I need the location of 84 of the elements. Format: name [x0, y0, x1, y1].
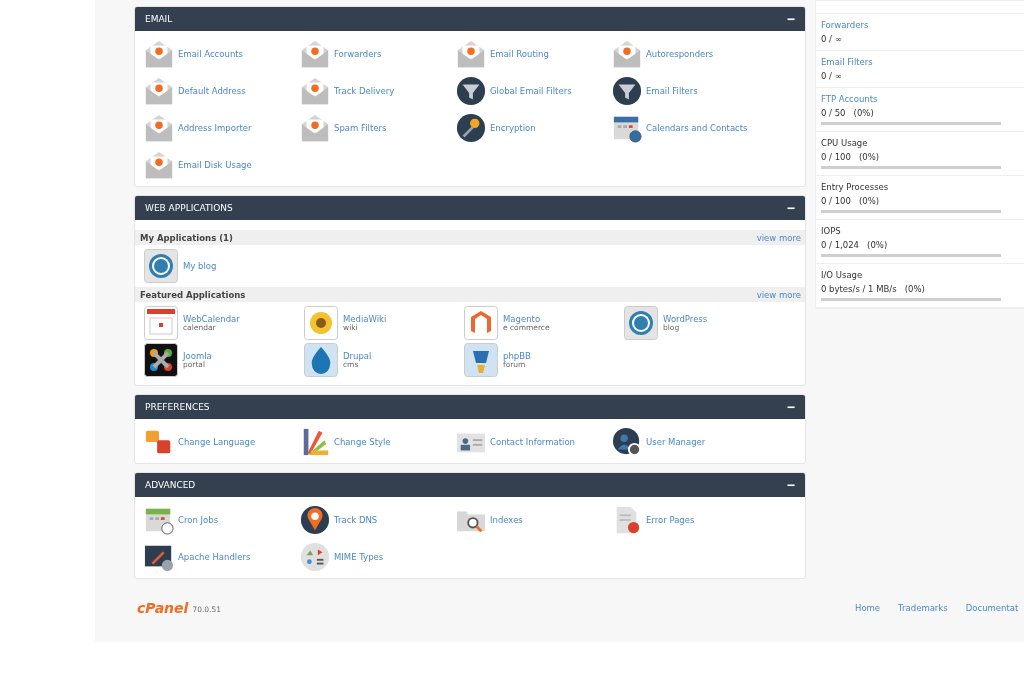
envelope-icon [612, 39, 642, 69]
stat-value: 0 bytes/s / 1 MB/s (0%) [821, 284, 926, 294]
calendar-grid-icon [144, 306, 178, 340]
view-more-link[interactable]: view more [756, 232, 801, 243]
envelope-icon [300, 39, 330, 69]
collapse-button[interactable]: − [786, 478, 795, 492]
tool-link[interactable]: Change Language [144, 426, 300, 458]
collapse-button[interactable]: − [786, 12, 795, 26]
tool-link[interactable]: Default Address [144, 75, 300, 107]
collapse-button[interactable]: − [786, 201, 795, 215]
ring-icon [624, 306, 658, 340]
ring-icon [144, 249, 178, 283]
app-name: Magento [503, 315, 542, 324]
app-link[interactable]: My blog [144, 249, 304, 283]
app-name: Joomla [183, 352, 212, 361]
tool-link[interactable]: Address Importer [144, 112, 300, 144]
app-name: My blog [183, 261, 217, 271]
app-name: Drupal [343, 352, 372, 361]
stat-label: Entry Processes [821, 182, 890, 192]
app-name: MediaWiki [343, 315, 387, 324]
funnel-icon [456, 76, 486, 106]
stat-value: 0 / ∞ [821, 71, 843, 81]
tool-link[interactable]: Contact Information [456, 426, 612, 458]
view-more-link[interactable]: view more [756, 289, 801, 300]
stat-value: 0 / ∞ [821, 34, 843, 44]
envelope-icon [144, 76, 174, 106]
key-icon [456, 113, 486, 143]
app-name: WebCalendar [183, 315, 240, 324]
stat-value: 0 / 100 (0%) [821, 196, 881, 206]
stat-label: CPU Usage [821, 138, 869, 148]
stat-link[interactable]: Forwarders [821, 20, 1024, 30]
tool-link[interactable]: Cron Jobs [144, 504, 300, 536]
tool-link[interactable]: Calendars and Contacts [612, 112, 768, 144]
logo: cPanel [137, 600, 189, 616]
tool-link[interactable]: Email Filters [612, 75, 768, 107]
envelope-icon [300, 76, 330, 106]
knot-icon [144, 343, 178, 377]
users-gear-icon [612, 427, 642, 457]
tool-link[interactable]: User Manager [612, 426, 768, 458]
tool-link[interactable]: Track Delivery [300, 75, 456, 107]
stat-value: 0 / 100 (0%) [821, 152, 881, 162]
tool-link[interactable]: Email Routing [456, 38, 612, 70]
tool-link[interactable]: Autoresponders [612, 38, 768, 70]
tool-link[interactable]: Apache Handlers [144, 541, 300, 573]
media-types-icon [300, 542, 330, 572]
app-name: WordPress [663, 315, 708, 324]
collapse-button[interactable]: − [786, 400, 795, 414]
envelope-icon [456, 39, 486, 69]
footer-link[interactable]: Home [855, 603, 881, 613]
tool-link[interactable]: Encryption [456, 112, 612, 144]
stat-value: 0 / 1,024 (0%) [821, 240, 889, 250]
envelope-icon [144, 150, 174, 180]
panel-title: ADVANCED [145, 480, 196, 490]
map-pin-icon [300, 505, 330, 535]
envelope-icon [144, 39, 174, 69]
stat-label: IOPS [821, 226, 842, 236]
drop-icon [304, 343, 338, 377]
tool-link[interactable]: Change Style [300, 426, 456, 458]
envelope-icon [144, 113, 174, 143]
footer-link[interactable]: Trademarks [898, 603, 948, 613]
tool-link[interactable]: Track DNS [300, 504, 456, 536]
tool-link[interactable]: Email Accounts [144, 38, 300, 70]
sunflower-icon [304, 306, 338, 340]
tool-link[interactable]: Email Disk Usage [144, 149, 300, 181]
panel-title: PREFERENCES [145, 402, 210, 412]
group-title: Featured Applications [140, 289, 246, 300]
group-title: My Applications (1) [140, 232, 233, 243]
envelope-icon [300, 113, 330, 143]
panel-title: WEB APPLICATIONS [145, 203, 233, 213]
panel-title: EMAIL [145, 14, 173, 24]
stat-link[interactable]: FTP Accounts [821, 94, 1024, 104]
footer-link[interactable]: Documentat [965, 603, 1019, 613]
tool-link[interactable]: MIME Types [300, 541, 456, 573]
app-name: phpBB [503, 352, 531, 361]
tool-link[interactable]: Error Pages [612, 504, 768, 536]
stat-label: I/O Usage [821, 270, 864, 280]
stat-link[interactable]: Email Filters [821, 57, 1024, 67]
tool-link[interactable]: Spam Filters [300, 112, 456, 144]
lantern-icon [464, 343, 498, 377]
stat-value: 0 / 50 (0%) [821, 108, 875, 118]
tool-link[interactable]: Forwarders [300, 38, 456, 70]
tool-link[interactable]: Global Email Filters [456, 75, 612, 107]
funnel-icon [612, 76, 642, 106]
tool-link[interactable]: Indexes [456, 504, 612, 536]
